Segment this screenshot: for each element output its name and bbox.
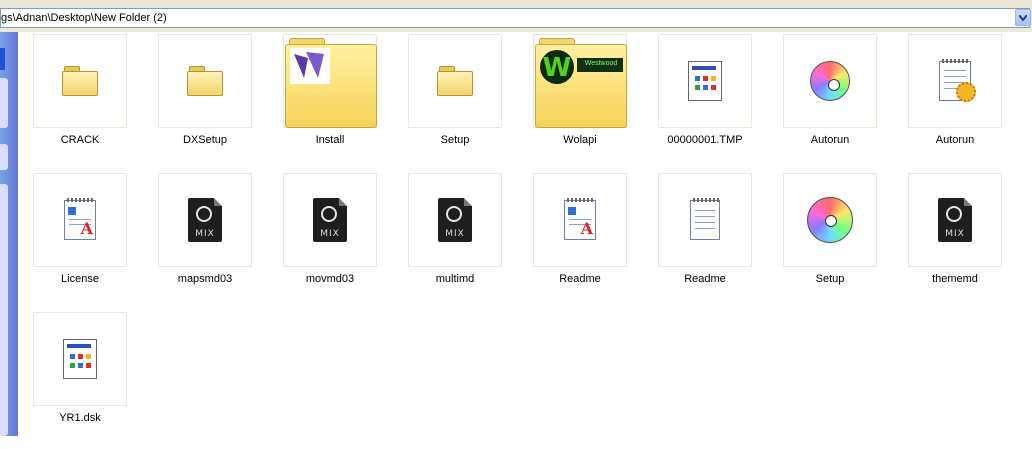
task-pane (0, 32, 18, 436)
file-label: Setup (815, 273, 845, 285)
mix-file-icon: MIX (908, 173, 1002, 267)
file-item[interactable]: DXSetup (145, 32, 270, 171)
cd-setup-icon (783, 173, 877, 267)
config-settings-icon (908, 34, 1002, 128)
notepad-text-icon (658, 173, 752, 267)
file-label: Install (315, 134, 345, 146)
address-dropdown-button[interactable] (1015, 9, 1031, 26)
file-label: CRACK (60, 134, 100, 146)
folder-icon (408, 34, 502, 128)
file-item[interactable]: MIX thememd (895, 171, 1020, 310)
system-file-icon (33, 312, 127, 406)
address-bar: gs\Adnan\Desktop\New Folder (2) (0, 0, 1032, 32)
folder-icon (33, 34, 127, 128)
wolapi-banner: Westwood (584, 60, 618, 67)
file-item[interactable]: A License (20, 171, 145, 310)
file-item[interactable]: A Readme (520, 171, 645, 310)
wordpad-document-icon: A (533, 173, 627, 267)
mix-file-icon: MIX (408, 173, 502, 267)
file-item[interactable]: YR1.dsk (20, 310, 145, 449)
file-item[interactable]: CRACK (20, 32, 145, 171)
folder-thumbnail-icon: W Westwood (533, 34, 627, 128)
file-item[interactable]: MIX mapsmd03 (145, 171, 270, 310)
file-label: Readme (559, 273, 601, 285)
file-label: 00000001.TMP (667, 134, 743, 146)
file-item[interactable]: Autorun (895, 32, 1020, 171)
file-item[interactable]: Install (270, 32, 395, 171)
file-label: Readme (684, 273, 726, 285)
file-item[interactable]: Readme (645, 171, 770, 310)
file-item[interactable]: W Westwood Wolapi (520, 32, 645, 171)
file-icon-grid: CRACK DXSetup Install Setup W Westwood W… (20, 32, 1032, 436)
mix-file-icon: MIX (283, 173, 377, 267)
folder-thumbnail-icon (283, 34, 377, 128)
file-label: movmd03 (305, 273, 355, 285)
wolapi-logo-icon: W (540, 50, 623, 84)
mix-file-icon: MIX (158, 173, 252, 267)
folder-icon (158, 34, 252, 128)
file-item[interactable]: Setup (770, 171, 895, 310)
file-item[interactable]: Autorun (770, 32, 895, 171)
cd-autorun-icon (783, 34, 877, 128)
wordpad-document-icon: A (33, 173, 127, 267)
file-label: DXSetup (182, 134, 228, 146)
file-label: License (61, 273, 99, 285)
file-label: mapsmd03 (177, 273, 233, 285)
address-field[interactable]: gs\Adnan\Desktop\New Folder (2) (0, 8, 1030, 28)
file-label: Autorun (810, 134, 850, 146)
file-item[interactable]: 00000001.TMP (645, 32, 770, 171)
svg-text:W: W (543, 53, 572, 83)
file-label: thememd (932, 273, 978, 285)
install-logo-icon (290, 48, 330, 84)
file-label: YR1.dsk (59, 412, 101, 424)
chevron-down-icon (1019, 14, 1027, 21)
file-item[interactable]: MIX movmd03 (270, 171, 395, 310)
file-item[interactable]: MIX multimd (395, 171, 520, 310)
file-label: Wolapi (563, 134, 597, 146)
file-item[interactable]: Setup (395, 32, 520, 171)
file-label: Autorun (935, 134, 975, 146)
system-file-icon (658, 34, 752, 128)
file-label: Setup (440, 134, 470, 146)
file-label: multimd (435, 273, 475, 285)
